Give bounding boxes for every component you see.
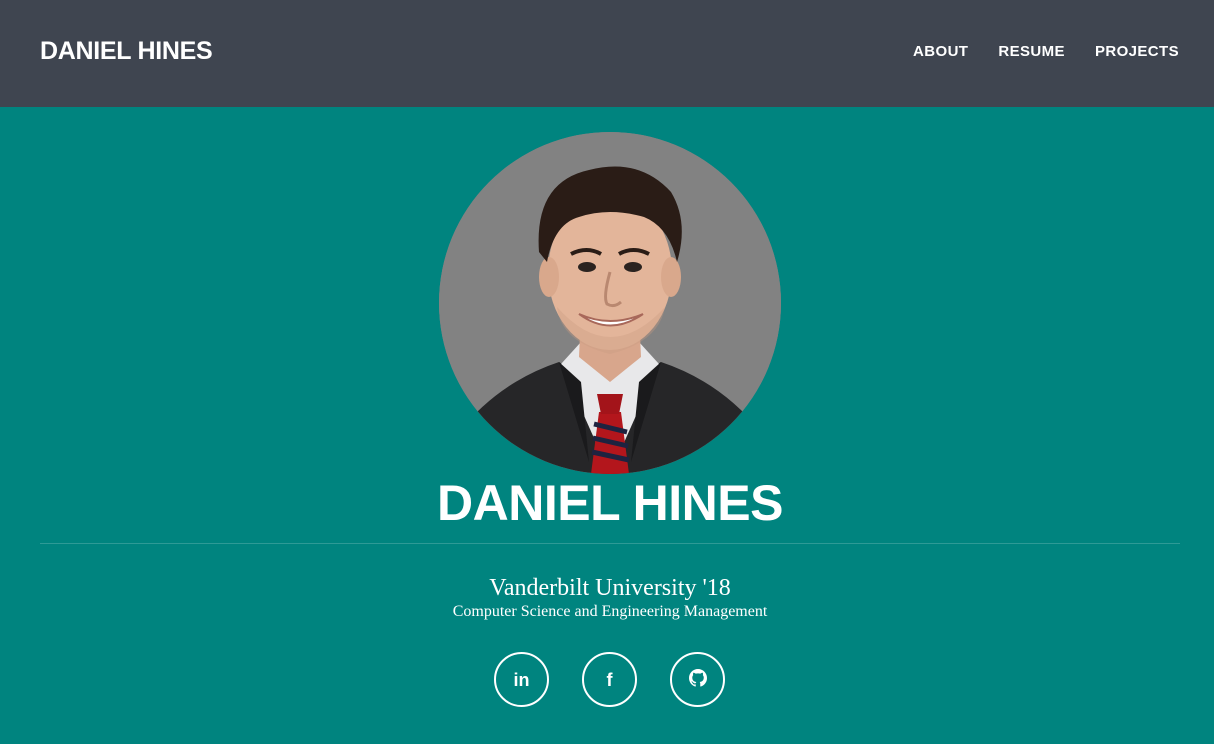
- nav-link-about[interactable]: ABOUT: [913, 42, 968, 62]
- profile-photo: [439, 132, 781, 474]
- brand-link[interactable]: DANIEL HINES: [40, 36, 213, 66]
- divider: [40, 543, 1180, 544]
- facebook-button[interactable]: f: [582, 652, 637, 707]
- hero-name: DANIEL HINES: [437, 475, 783, 531]
- github-button[interactable]: [670, 652, 725, 707]
- school-text: Vanderbilt University '18: [489, 575, 731, 601]
- linkedin-button[interactable]: in: [494, 652, 549, 707]
- profile-photo-illustration: [439, 132, 781, 474]
- github-icon: [688, 669, 707, 690]
- social-links: in f: [494, 652, 725, 707]
- major-text: Computer Science and Engineering Managem…: [452, 603, 768, 620]
- nav-links: ABOUT RESUME PROJECTS: [913, 42, 1179, 62]
- nav-link-projects[interactable]: PROJECTS: [1095, 42, 1179, 62]
- navbar: DANIEL HINES ABOUT RESUME PROJECTS: [0, 0, 1214, 107]
- facebook-icon: f: [606, 669, 613, 690]
- linkedin-icon: in: [513, 669, 530, 690]
- nav-link-resume[interactable]: RESUME: [998, 42, 1065, 62]
